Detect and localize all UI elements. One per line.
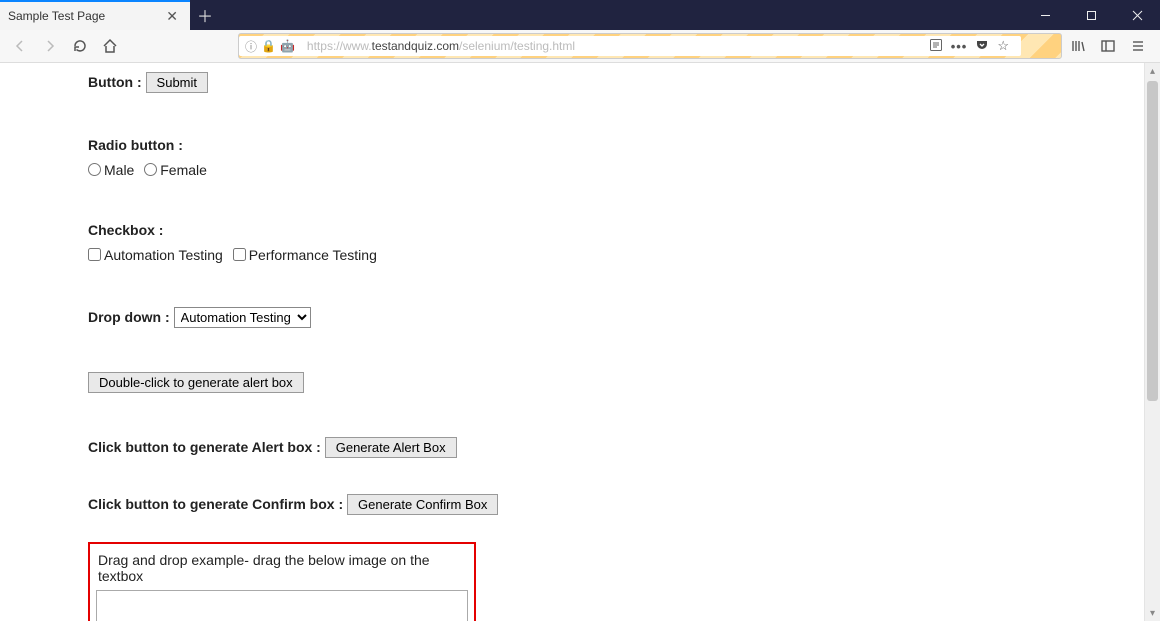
radio-male[interactable]: Male — [88, 162, 134, 178]
dragdrop-title: Drag and drop example- drag the below im… — [98, 552, 468, 584]
alert-label: Click button to generate Alert box : — [88, 439, 321, 455]
site-identity[interactable]: ⓘ 🔒 🤖 — [239, 36, 301, 56]
tracking-icon: 🤖 — [280, 39, 295, 53]
checkbox-automation-input[interactable] — [88, 248, 101, 261]
double-click-button[interactable]: Double-click to generate alert box — [88, 372, 304, 393]
alert-row: Click button to generate Alert box : Gen… — [88, 437, 1144, 458]
scroll-down-arrow[interactable]: ▾ — [1145, 605, 1160, 621]
window-titlebar: Sample Test Page ✕ ＋ — [0, 0, 1160, 30]
sidebar-icon[interactable] — [1098, 36, 1118, 56]
browser-tab-active[interactable]: Sample Test Page ✕ — [0, 0, 190, 30]
dblclick-row: Double-click to generate alert box — [88, 372, 1144, 393]
checkbox-automation[interactable]: Automation Testing — [88, 247, 223, 263]
page-actions-icon[interactable]: ••• — [951, 39, 968, 54]
dropdown-select[interactable]: Automation Testing — [174, 307, 311, 328]
toolbar-right-icons — [1068, 36, 1152, 56]
radio-group: Male Female — [88, 162, 1144, 178]
url-text-wrap: https://www.testandquiz.com/selenium/tes… — [301, 36, 1021, 56]
reader-mode-icon[interactable] — [929, 38, 943, 55]
close-tab-icon[interactable]: ✕ — [162, 8, 182, 25]
tab-strip: Sample Test Page ✕ ＋ — [0, 0, 220, 30]
new-tab-button[interactable]: ＋ — [190, 0, 220, 30]
dropdown-label: Drop down : — [88, 309, 170, 325]
browser-toolbar: ⓘ 🔒 🤖 https://www.testandquiz.com/seleni… — [0, 30, 1160, 63]
reload-button[interactable] — [68, 34, 92, 58]
scroll-thumb[interactable] — [1147, 81, 1158, 401]
radio-male-input[interactable] — [88, 163, 101, 176]
checkbox-label: Checkbox : — [88, 222, 1144, 238]
lock-icon: 🔒 — [261, 39, 276, 53]
url-text: https://www.testandquiz.com/selenium/tes… — [307, 39, 575, 53]
confirm-label: Click button to generate Confirm box : — [88, 496, 343, 512]
window-controls — [1022, 0, 1160, 30]
submit-button[interactable]: Submit — [146, 72, 208, 93]
dropdown-row: Drop down : Automation Testing — [88, 307, 1144, 328]
page-viewport: Button : Submit Radio button : Male Fema… — [0, 63, 1160, 621]
button-row: Button : Submit — [88, 72, 1144, 93]
address-bar-right-icons: ••• ☆ — [929, 38, 1015, 55]
home-button[interactable] — [98, 34, 122, 58]
radio-female[interactable]: Female — [144, 162, 207, 178]
back-button[interactable] — [8, 34, 32, 58]
page-content: Button : Submit Radio button : Male Fema… — [0, 63, 1144, 621]
dragdrop-dropzone[interactable]: java T point — [96, 590, 468, 621]
tab-title: Sample Test Page — [8, 9, 162, 23]
address-bar[interactable]: ⓘ 🔒 🤖 https://www.testandquiz.com/seleni… — [238, 33, 1062, 59]
checkbox-performance[interactable]: Performance Testing — [233, 247, 377, 263]
library-icon[interactable] — [1068, 36, 1088, 56]
close-window-button[interactable] — [1114, 0, 1160, 30]
radio-label: Radio button : — [88, 137, 1144, 153]
forward-button[interactable] — [38, 34, 62, 58]
pocket-icon[interactable] — [975, 38, 989, 55]
confirm-row: Click button to generate Confirm box : G… — [88, 494, 1144, 515]
scroll-track[interactable] — [1145, 79, 1160, 605]
scroll-up-arrow[interactable]: ▴ — [1145, 63, 1160, 79]
generate-alert-button[interactable]: Generate Alert Box — [325, 437, 457, 458]
info-icon: ⓘ — [245, 38, 257, 55]
maximize-button[interactable] — [1068, 0, 1114, 30]
menu-icon[interactable] — [1128, 36, 1148, 56]
vertical-scrollbar[interactable]: ▴ ▾ — [1144, 63, 1160, 621]
minimize-button[interactable] — [1022, 0, 1068, 30]
checkbox-group: Automation Testing Performance Testing — [88, 247, 1144, 263]
generate-confirm-button[interactable]: Generate Confirm Box — [347, 494, 498, 515]
checkbox-performance-input[interactable] — [233, 248, 246, 261]
bookmark-star-icon[interactable]: ☆ — [997, 38, 1009, 54]
dragdrop-section: Drag and drop example- drag the below im… — [88, 542, 476, 621]
button-label: Button : — [88, 74, 142, 90]
radio-female-input[interactable] — [144, 163, 157, 176]
